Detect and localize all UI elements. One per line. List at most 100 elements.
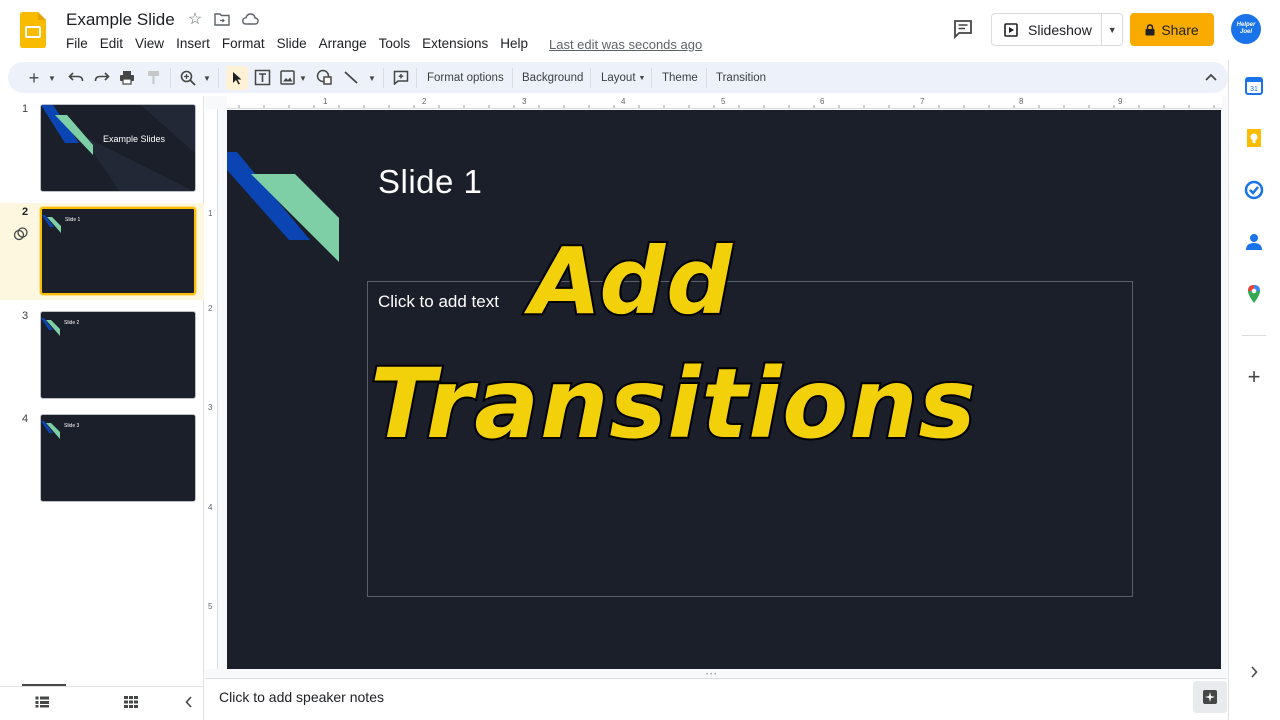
slides-logo-icon[interactable] <box>20 12 46 48</box>
toolbar-divider <box>512 68 513 88</box>
theme-button[interactable]: Theme <box>662 66 698 90</box>
line-dropdown-icon[interactable]: ▼ <box>366 66 378 90</box>
print-icon[interactable] <box>119 70 135 85</box>
calendar-icon[interactable]: 31 <box>1244 76 1264 96</box>
format-options-button[interactable]: Format options <box>427 66 504 90</box>
ruler-label: 1 <box>208 209 213 218</box>
contacts-icon[interactable] <box>1244 232 1264 252</box>
toolbar-divider <box>416 68 417 88</box>
horizontal-ruler[interactable]: 1 2 3 4 5 6 7 8 9 <box>227 96 1222 109</box>
document-title[interactable]: Example Slide <box>66 10 175 30</box>
ruler-label: 2 <box>208 304 213 313</box>
redo-icon[interactable] <box>94 70 110 84</box>
new-slide-dropdown-icon[interactable]: ▼ <box>46 66 58 90</box>
toolbar-divider <box>218 68 219 88</box>
ruler-label: 9 <box>1118 97 1123 106</box>
slide-thumbnail-3[interactable]: Slide 2 <box>40 311 196 399</box>
menu-format[interactable]: Format <box>216 36 271 54</box>
menu-edit[interactable]: Edit <box>94 36 129 54</box>
collapse-menus-chevron-up-icon[interactable] <box>1204 72 1218 82</box>
ruler-label: 3 <box>522 97 527 106</box>
insert-image-icon[interactable] <box>280 70 295 85</box>
shape-icon[interactable] <box>316 69 333 85</box>
overlay-caption-transitions: Transitions <box>368 346 978 462</box>
ruler-label: 5 <box>208 602 213 611</box>
overlay-caption-add: Add <box>528 226 734 337</box>
background-button[interactable]: Background <box>522 66 583 90</box>
thumbnail-title: Slide 1 <box>65 217 81 223</box>
grid-view-icon[interactable] <box>124 696 138 708</box>
thumbnail-title: Example Slides <box>103 134 166 144</box>
paint-format-icon[interactable] <box>147 70 161 85</box>
zoom-icon[interactable] <box>180 70 196 86</box>
slideshow-dropdown-icon[interactable]: ▼ <box>1102 25 1122 35</box>
tasks-icon[interactable] <box>1244 180 1264 200</box>
ruler-label: 6 <box>820 97 825 106</box>
toolbar-divider <box>590 68 591 88</box>
move-to-folder-icon[interactable] <box>214 12 230 26</box>
menu-insert[interactable]: Insert <box>170 36 216 54</box>
menu-file[interactable]: File <box>60 36 94 54</box>
last-edit-link[interactable]: Last edit was seconds ago <box>549 37 702 52</box>
filmstrip-view-icon[interactable] <box>35 696 49 708</box>
ruler-label: 1 <box>323 97 328 106</box>
ruler-label: 5 <box>721 97 726 106</box>
keep-icon[interactable] <box>1244 128 1264 148</box>
hide-side-panel-chevron-right-icon[interactable] <box>1249 665 1259 679</box>
text-box-icon[interactable] <box>254 69 271 86</box>
slideshow-label: Slideshow <box>1028 21 1092 38</box>
share-button[interactable]: Share <box>1130 13 1214 46</box>
account-avatar[interactable]: Helper Joel <box>1231 14 1261 44</box>
collapse-filmstrip-chevron-left-icon[interactable] <box>184 695 194 709</box>
menu-slide[interactable]: Slide <box>271 36 313 54</box>
filmstrip-view-controls <box>0 686 204 720</box>
sparkle-assist-icon <box>1203 690 1217 704</box>
menu-extensions[interactable]: Extensions <box>416 36 494 54</box>
toolbar-divider <box>706 68 707 88</box>
menu-tools[interactable]: Tools <box>373 36 417 54</box>
present-icon <box>1004 22 1018 37</box>
menu-arrange[interactable]: Arrange <box>313 36 373 54</box>
undo-icon[interactable] <box>68 70 84 84</box>
menu-help[interactable]: Help <box>494 36 534 54</box>
cloud-saved-icon[interactable] <box>242 13 259 25</box>
explore-button[interactable] <box>1193 681 1227 713</box>
body-placeholder[interactable]: Click to add text <box>378 292 499 312</box>
layout-button[interactable]: Layout ▼ <box>601 66 645 90</box>
line-icon[interactable] <box>343 70 359 85</box>
slide-title[interactable]: Slide 1 <box>378 163 482 201</box>
image-dropdown-icon[interactable]: ▼ <box>297 66 309 90</box>
side-panel-divider <box>1242 335 1266 336</box>
thumbnail-title: Slide 2 <box>64 320 80 326</box>
speaker-notes-placeholder[interactable]: Click to add speaker notes <box>219 689 384 705</box>
new-slide-icon[interactable]: + <box>26 66 42 90</box>
active-view-indicator <box>22 684 66 686</box>
slide-thumbnail-2[interactable]: Slide 1 <box>40 207 196 295</box>
slide-thumbnail-4[interactable]: Slide 3 <box>40 414 196 502</box>
ruler-label: 3 <box>208 403 213 412</box>
select-tool[interactable] <box>226 66 248 90</box>
layout-label: Layout <box>601 72 636 84</box>
slideshow-button[interactable]: Slideshow ▼ <box>991 13 1123 46</box>
zoom-dropdown-icon[interactable]: ▼ <box>201 66 213 90</box>
star-icon[interactable]: ☆ <box>185 10 205 30</box>
avatar-text-2: Joel <box>1239 29 1252 35</box>
slide-number: 4 <box>22 413 29 425</box>
add-comment-icon[interactable] <box>393 70 409 85</box>
ruler-label: 2 <box>422 97 427 106</box>
menu-bar: File Edit View Insert Format Slide Arran… <box>60 36 534 54</box>
ruler-label: 4 <box>621 97 626 106</box>
vertical-ruler[interactable]: 1 2 3 4 5 <box>205 109 218 669</box>
slide-thumbnail-1[interactable]: Example Slides <box>40 104 196 192</box>
toolbar-divider <box>651 68 652 88</box>
get-addons-plus-icon[interactable]: + <box>1244 364 1264 389</box>
transition-button[interactable]: Transition <box>716 66 766 90</box>
comment-history-icon[interactable] <box>952 18 974 40</box>
menu-view[interactable]: View <box>129 36 170 54</box>
resize-handle-icon[interactable]: ••• <box>706 672 726 678</box>
ruler-label: 8 <box>1019 97 1024 106</box>
svg-text:31: 31 <box>1250 86 1258 93</box>
maps-icon[interactable] <box>1244 284 1264 304</box>
slide-number: 2 <box>22 206 29 218</box>
avatar-text-1: Helper <box>1236 22 1256 28</box>
